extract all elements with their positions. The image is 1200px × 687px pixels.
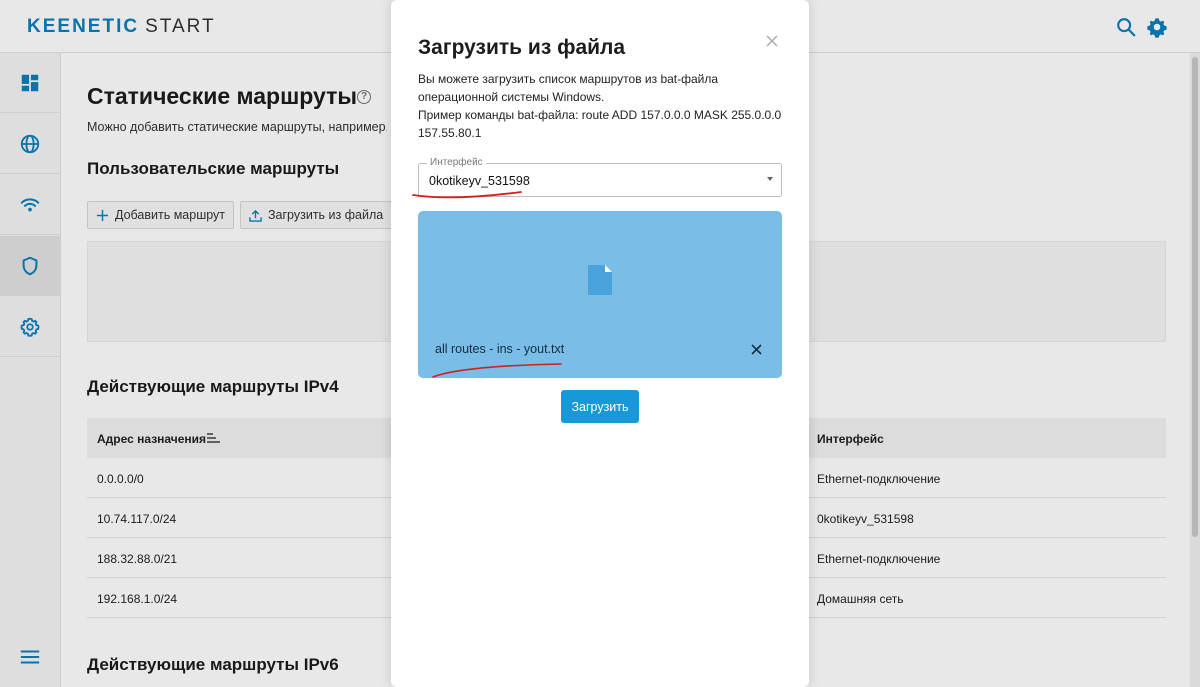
file-icon	[588, 265, 612, 295]
dialog-description-line: операционной системы Windows.	[418, 90, 605, 104]
upload-button[interactable]: Загрузить	[561, 390, 639, 423]
file-drop-zone[interactable]: all routes - ins - yout.txt	[418, 211, 782, 378]
remove-file-icon[interactable]	[751, 344, 762, 355]
annotation-underline	[432, 363, 562, 378]
dialog-description: Вы можете загрузить список маршрутов из …	[418, 70, 788, 142]
selected-file-name: all routes - ins - yout.txt	[435, 342, 565, 356]
dialog-title: Загрузить из файла	[418, 36, 626, 59]
dialog-description-line: Вы можете загрузить список маршрутов из …	[418, 72, 719, 86]
interface-label: Интерфейс	[427, 157, 486, 168]
upload-file-dialog: Загрузить из файла Вы можете загрузить с…	[391, 0, 809, 687]
interface-value: 0kotikeyv_531598	[429, 174, 530, 188]
chevron-down-icon	[767, 177, 773, 181]
dialog-description-line: Пример команды bat-файла: route ADD 157.…	[418, 108, 782, 122]
annotation-underline	[412, 191, 522, 199]
dialog-description-line: 157.55.80.1	[418, 126, 482, 140]
close-icon[interactable]	[764, 33, 780, 49]
